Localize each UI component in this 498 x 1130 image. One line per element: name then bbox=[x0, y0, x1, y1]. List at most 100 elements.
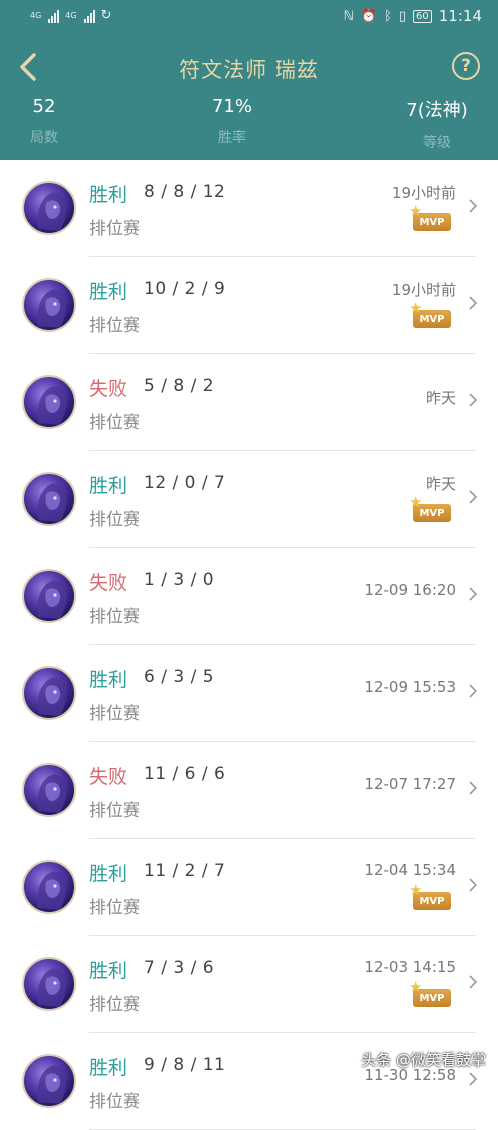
champion-avatar bbox=[22, 763, 76, 817]
champion-avatar bbox=[22, 957, 76, 1011]
mvp-label: MVP bbox=[419, 896, 445, 907]
match-row[interactable]: 失败 1 / 3 / 0 排位赛 12-09 16:20 bbox=[0, 548, 498, 645]
nav-bar: 符文法师 瑞兹 ? bbox=[0, 46, 498, 90]
match-row[interactable]: 失败 11 / 6 / 6 排位赛 12-07 17:27 bbox=[0, 742, 498, 839]
match-kda: 1 / 3 / 0 bbox=[144, 570, 215, 590]
match-result: 失败 bbox=[89, 378, 128, 400]
match-result: 胜利 bbox=[89, 669, 128, 691]
champion-portrait-icon bbox=[37, 192, 67, 231]
alarm-icon: ⏰ bbox=[360, 8, 378, 24]
chevron-right-icon bbox=[469, 878, 478, 892]
match-time: 12-09 15:53 bbox=[364, 678, 456, 696]
champion-avatar bbox=[22, 569, 76, 623]
help-button[interactable]: ? bbox=[452, 52, 480, 80]
match-row[interactable]: 胜利 11 / 2 / 7 排位赛 12-04 15:34 ★ MVP bbox=[0, 839, 498, 936]
mvp-badge: ★ MVP bbox=[409, 980, 451, 1007]
match-kda: 9 / 8 / 11 bbox=[144, 1055, 226, 1075]
champion-portrait-icon bbox=[37, 774, 67, 813]
chevron-right-icon bbox=[469, 684, 478, 698]
star-icon: ★ bbox=[409, 978, 423, 996]
status-right: ℕ ⏰ ᛒ ▯ 60 11:14 bbox=[343, 7, 482, 25]
champion-portrait-icon bbox=[37, 580, 67, 619]
battery-icon: 60 bbox=[413, 9, 432, 23]
stat-winrate: 71% 胜率 bbox=[172, 96, 292, 147]
match-time: 19小时前 bbox=[391, 184, 456, 202]
star-icon: ★ bbox=[409, 881, 423, 899]
match-row[interactable]: 失败 5 / 8 / 2 排位赛 昨天 bbox=[0, 354, 498, 451]
status-bar: 4G 4G ↻ ℕ ⏰ ᛒ ▯ 60 11:14 bbox=[0, 0, 498, 34]
match-time: 12-04 15:34 bbox=[364, 861, 456, 879]
match-kda: 5 / 8 / 2 bbox=[144, 376, 215, 396]
network-type-2: 4G bbox=[65, 11, 77, 20]
match-row[interactable]: 胜利 6 / 3 / 5 排位赛 12-09 15:53 bbox=[0, 645, 498, 742]
match-result: 胜利 bbox=[89, 184, 128, 206]
match-kda: 6 / 3 / 5 bbox=[144, 667, 215, 687]
match-result: 胜利 bbox=[89, 281, 128, 303]
network-type-1: 4G bbox=[30, 11, 42, 20]
match-kda: 8 / 8 / 12 bbox=[144, 182, 226, 202]
match-mode: 排位赛 bbox=[89, 995, 140, 1015]
sync-icon: ↻ bbox=[100, 8, 112, 23]
champion-avatar bbox=[22, 1054, 76, 1108]
champion-portrait-icon bbox=[37, 871, 67, 910]
app-header: 4G 4G ↻ ℕ ⏰ ᛒ ▯ 60 11:14 符文法师 瑞兹 ? 52 局数… bbox=[0, 0, 498, 160]
chevron-right-icon bbox=[469, 1072, 478, 1086]
stat-games-value: 52 bbox=[32, 96, 56, 117]
match-mode: 排位赛 bbox=[89, 898, 140, 918]
match-row[interactable]: 胜利 7 / 3 / 6 排位赛 12-03 14:15 ★ MVP bbox=[0, 936, 498, 1033]
match-kda: 11 / 6 / 6 bbox=[144, 764, 226, 784]
match-row[interactable]: 胜利 10 / 2 / 9 排位赛 19小时前 ★ MVP bbox=[0, 257, 498, 354]
stat-level: 7(法神) 等级 bbox=[377, 96, 497, 152]
match-time: 昨天 bbox=[425, 389, 456, 407]
match-mode: 排位赛 bbox=[89, 704, 140, 724]
match-result: 胜利 bbox=[89, 1057, 128, 1079]
match-result: 失败 bbox=[89, 766, 128, 788]
champion-avatar bbox=[22, 181, 76, 235]
match-row[interactable]: 胜利 12 / 0 / 7 排位赛 昨天 ★ MVP bbox=[0, 451, 498, 548]
chevron-right-icon bbox=[469, 296, 478, 310]
match-mode: 排位赛 bbox=[89, 510, 140, 530]
bluetooth-icon: ᛒ bbox=[384, 8, 392, 24]
match-time: 19小时前 bbox=[391, 281, 456, 299]
stat-level-value: 7(法神) bbox=[406, 100, 468, 121]
clock: 11:14 bbox=[438, 7, 482, 25]
champion-avatar bbox=[22, 860, 76, 914]
match-kda: 10 / 2 / 9 bbox=[144, 279, 226, 299]
match-mode: 排位赛 bbox=[89, 316, 140, 336]
match-time: 12-03 14:15 bbox=[364, 958, 456, 976]
mvp-label: MVP bbox=[419, 314, 445, 325]
match-mode: 排位赛 bbox=[89, 607, 140, 627]
champion-portrait-icon bbox=[37, 386, 67, 425]
match-mode: 排位赛 bbox=[89, 801, 140, 821]
mvp-label: MVP bbox=[419, 217, 445, 228]
champion-avatar bbox=[22, 472, 76, 526]
page-title: 符文法师 瑞兹 bbox=[179, 58, 319, 82]
match-result: 胜利 bbox=[89, 863, 128, 885]
status-left: 4G 4G ↻ bbox=[30, 8, 112, 23]
stat-winrate-value: 71% bbox=[211, 96, 252, 117]
match-kda: 12 / 0 / 7 bbox=[144, 473, 226, 493]
mvp-badge: ★ MVP bbox=[409, 495, 451, 522]
match-time: 12-07 17:27 bbox=[364, 775, 456, 793]
match-mode: 排位赛 bbox=[89, 219, 140, 239]
match-result: 胜利 bbox=[89, 960, 128, 982]
mvp-label: MVP bbox=[419, 508, 445, 519]
chevron-right-icon bbox=[469, 587, 478, 601]
champion-avatar bbox=[22, 666, 76, 720]
match-result: 失败 bbox=[89, 572, 128, 594]
star-icon: ★ bbox=[409, 493, 423, 511]
champion-portrait-icon bbox=[37, 483, 67, 522]
watermark: 头条 @微笑看鼓掌 bbox=[361, 1051, 486, 1069]
chevron-right-icon bbox=[469, 393, 478, 407]
stat-level-label: 等级 bbox=[423, 135, 451, 151]
match-row[interactable]: 胜利 8 / 8 / 12 排位赛 19小时前 ★ MVP bbox=[0, 160, 498, 257]
signal-icon-2 bbox=[83, 9, 95, 23]
chevron-right-icon bbox=[469, 490, 478, 504]
champion-avatar bbox=[22, 375, 76, 429]
chevron-right-icon bbox=[469, 199, 478, 213]
champion-avatar bbox=[22, 278, 76, 332]
question-icon: ? bbox=[461, 56, 471, 76]
mvp-badge: ★ MVP bbox=[409, 301, 451, 328]
match-row[interactable]: 胜利 9 / 8 / 11 排位赛 11-30 12:58 bbox=[0, 1033, 498, 1130]
match-kda: 11 / 2 / 7 bbox=[144, 861, 226, 881]
